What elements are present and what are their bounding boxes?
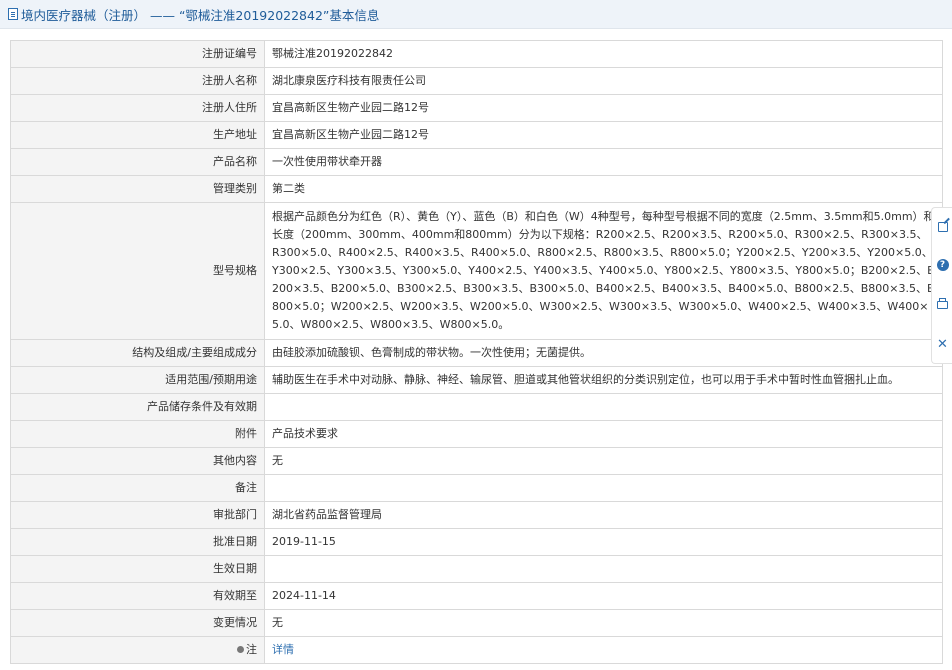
row-value: 2019-11-15 xyxy=(264,528,943,556)
row-value: 第二类 xyxy=(264,175,943,203)
row-value: 由硅胶添加硫酸钡、色膏制成的带状物。一次性使用；无菌提供。 xyxy=(264,339,943,367)
row-label: 管理类别 xyxy=(10,175,265,203)
page-header: 境内医疗器械（注册） —— “鄂械注准20192022842”基本信息 xyxy=(0,0,952,29)
row-value xyxy=(264,555,943,583)
row-value: 无 xyxy=(264,447,943,475)
row-label: 注册证编号 xyxy=(10,40,265,68)
table-row-model-spec: 型号规格 根据产品颜色分为红色（R）、黄色（Y）、蓝色（B）和白色（W）4种型号… xyxy=(10,202,943,340)
table-row-storage-validity: 产品储存条件及有效期 xyxy=(10,393,943,421)
row-label: 产品名称 xyxy=(10,148,265,176)
row-value: 2024-11-14 xyxy=(264,582,943,610)
table-row-valid-until: 有效期至 2024-11-14 xyxy=(10,582,943,610)
table-row-registration-number: 注册证编号 鄂械注准20192022842 xyxy=(10,40,943,68)
row-label: 生产地址 xyxy=(10,121,265,149)
row-value: 宜昌高新区生物产业园二路12号 xyxy=(264,94,943,122)
row-value xyxy=(264,474,943,502)
row-value: 湖北省药品监督管理局 xyxy=(264,501,943,529)
table-row-registrant-address: 注册人住所 宜昌高新区生物产业园二路12号 xyxy=(10,94,943,122)
table-row-note: 注 详情 xyxy=(10,636,943,664)
floating-toolbar: ? ✕ xyxy=(931,207,952,364)
info-table: 注册证编号 鄂械注准20192022842 注册人名称 湖北康泉医疗科技有限责任… xyxy=(10,40,943,664)
row-value: 湖北康泉医疗科技有限责任公司 xyxy=(264,67,943,95)
note-label-text: 注 xyxy=(246,643,257,656)
row-label: 其他内容 xyxy=(10,447,265,475)
table-row-product-name: 产品名称 一次性使用带状牵开器 xyxy=(10,148,943,176)
row-label: 批准日期 xyxy=(10,528,265,556)
row-label-note: 注 xyxy=(10,636,265,664)
row-value: 宜昌高新区生物产业园二路12号 xyxy=(264,121,943,149)
row-value xyxy=(264,393,943,421)
table-row-management-category: 管理类别 第二类 xyxy=(10,175,943,203)
page-title: 境内医疗器械（注册） —— “鄂械注准20192022842”基本信息 xyxy=(21,7,380,23)
table-row-other-content: 其他内容 无 xyxy=(10,447,943,475)
details-link[interactable]: 详情 xyxy=(272,643,294,656)
table-row-remarks: 备注 xyxy=(10,474,943,502)
row-label: 变更情况 xyxy=(10,609,265,637)
table-row-attachment: 附件 产品技术要求 xyxy=(10,420,943,448)
help-icon[interactable]: ? xyxy=(936,258,949,271)
row-label: 型号规格 xyxy=(10,202,265,340)
lightbulb-icon xyxy=(237,645,244,653)
row-value: 一次性使用带状牵开器 xyxy=(264,148,943,176)
row-label: 有效期至 xyxy=(10,582,265,610)
row-label: 备注 xyxy=(10,474,265,502)
row-value: 无 xyxy=(264,609,943,637)
row-label: 适用范围/预期用途 xyxy=(10,366,265,394)
row-label: 产品储存条件及有效期 xyxy=(10,393,265,421)
table-row-approval-date: 批准日期 2019-11-15 xyxy=(10,528,943,556)
row-label: 注册人住所 xyxy=(10,94,265,122)
print-icon[interactable] xyxy=(936,297,949,311)
table-row-approval-department: 审批部门 湖北省药品监督管理局 xyxy=(10,501,943,529)
close-icon[interactable]: ✕ xyxy=(936,338,949,351)
table-row-registrant-name: 注册人名称 湖北康泉医疗科技有限责任公司 xyxy=(10,67,943,95)
table-row-production-address: 生产地址 宜昌高新区生物产业园二路12号 xyxy=(10,121,943,149)
row-value: 根据产品颜色分为红色（R）、黄色（Y）、蓝色（B）和白色（W）4种型号，每种型号… xyxy=(264,202,943,340)
row-label: 生效日期 xyxy=(10,555,265,583)
edit-icon[interactable] xyxy=(936,220,949,233)
row-value-note: 详情 xyxy=(264,636,943,664)
table-row-effective-date: 生效日期 xyxy=(10,555,943,583)
document-icon xyxy=(8,8,18,20)
row-label: 审批部门 xyxy=(10,501,265,529)
row-value: 鄂械注准20192022842 xyxy=(264,40,943,68)
row-value: 产品技术要求 xyxy=(264,420,943,448)
table-row-intended-use: 适用范围/预期用途 辅助医生在手术中对动脉、静脉、神经、输尿管、胆道或其他管状组… xyxy=(10,366,943,394)
table-row-change-status: 变更情况 无 xyxy=(10,609,943,637)
row-label: 结构及组成/主要组成成分 xyxy=(10,339,265,367)
row-value: 辅助医生在手术中对动脉、静脉、神经、输尿管、胆道或其他管状组织的分类识别定位，也… xyxy=(264,366,943,394)
row-label: 注册人名称 xyxy=(10,67,265,95)
row-label: 附件 xyxy=(10,420,265,448)
table-row-structure-composition: 结构及组成/主要组成成分 由硅胶添加硫酸钡、色膏制成的带状物。一次性使用；无菌提… xyxy=(10,339,943,367)
